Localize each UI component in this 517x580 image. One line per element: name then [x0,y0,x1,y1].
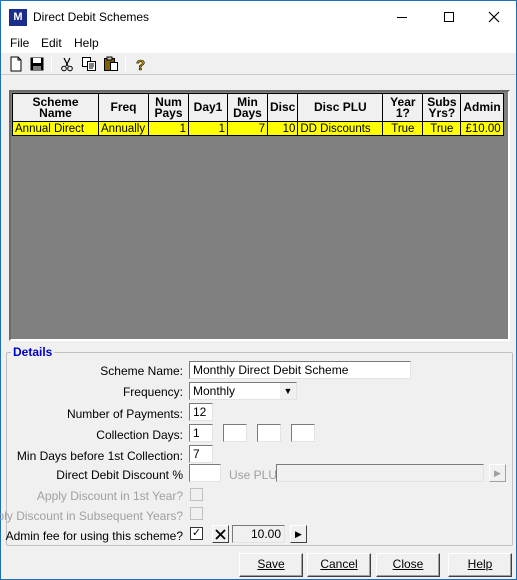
toolbar-separator [51,56,52,72]
check-mark-icon: ✓ [191,527,202,539]
toolbar: ? [1,53,516,75]
col-header-scheme-name[interactable]: Scheme Name [12,93,99,122]
paste-icon[interactable] [103,56,119,72]
frequency-label: Frequency: [122,385,183,399]
num-payments-label: Number of Payments: [66,407,183,421]
admin-fee-input[interactable]: 10.00 [232,525,285,543]
copy-icon[interactable] [81,56,97,72]
scheme-name-label: Scheme Name: [100,364,183,378]
help-question-icon[interactable]: ? [133,56,149,72]
schemes-table: Scheme Name Freq Num Pays Day1 Min Days … [12,93,504,136]
direct-debit-schemes-window: M Direct Debit Schemes File Edit Help ? … [0,0,517,580]
col-header-disc[interactable]: Disc [266,93,299,122]
save-icon[interactable] [29,56,45,72]
dd-discount-input[interactable] [189,464,221,482]
cancel-button-label: Cancel [320,557,358,571]
minimize-button[interactable] [379,1,425,33]
cell-min-days[interactable]: 7 [227,121,268,136]
admin-fee-checkbox[interactable]: ✓ [190,527,203,540]
svg-text:?: ? [136,57,145,72]
num-payments-input[interactable]: 12 [189,403,213,421]
cell-scheme-name[interactable]: Annual Direct [12,121,99,136]
col-header-year1[interactable]: Year 1? [382,93,424,122]
use-plu-label: Use PLU: [229,468,281,482]
collection-days-label: Collection Days: [96,428,183,442]
title-bar: M Direct Debit Schemes [1,1,516,33]
frequency-select[interactable]: Monthly ▼ [189,382,297,400]
clear-fee-button[interactable] [212,525,229,543]
help-button[interactable]: Help [448,553,512,577]
cell-day1[interactable]: 1 [188,121,228,136]
dd-discount-label: Direct Debit Discount % [56,468,183,482]
col-header-freq[interactable]: Freq [98,93,149,122]
new-file-icon[interactable] [8,56,24,72]
cell-disc[interactable]: 10 [266,121,299,136]
col-header-day1[interactable]: Day1 [188,93,228,122]
min-days-label: Min Days before 1st Collection: [16,449,183,463]
play-arrow-icon: ▶ [295,529,302,539]
play-arrow-icon: ▶ [494,468,501,478]
chevron-down-icon[interactable]: ▼ [280,383,296,399]
minimize-icon [397,17,407,18]
menu-bar: File Edit Help [1,33,516,53]
cell-subs-yrs[interactable]: True [422,121,462,136]
col-header-subs-yrs[interactable]: Subs Yrs? [422,93,462,122]
collection-day-3-input[interactable] [257,424,281,442]
admin-fee-label: Admin fee for using this scheme? [5,529,183,543]
col-header-admin[interactable]: Admin [460,93,504,122]
cell-freq[interactable]: Annually [98,121,149,136]
cell-disc-plu[interactable]: DD Discounts [297,121,384,136]
frequency-value: Monthly [193,384,236,398]
apply-first-year-label: Apply Discount in 1st Year? [36,489,183,503]
save-button[interactable]: Save [239,553,303,577]
menu-edit[interactable]: Edit [41,36,62,50]
min-days-input[interactable]: 7 [189,445,213,463]
save-button-label: Save [257,557,285,571]
collection-day-1-input[interactable]: 1 [189,424,213,442]
maximize-icon [444,12,454,22]
apply-subsequent-label: Apply Discount in Subsequent Years? [0,509,183,523]
menu-file[interactable]: File [10,36,29,50]
apply-first-year-checkbox[interactable] [190,488,203,501]
menu-help[interactable]: Help [74,36,99,50]
toolbar-separator [125,56,126,72]
cell-admin[interactable]: £10.00 [460,121,504,136]
close-icon [488,11,500,23]
cancel-button[interactable]: Cancel [307,553,371,577]
admin-fee-lookup-button[interactable]: ▶ [290,525,307,543]
col-header-disc-plu[interactable]: Disc PLU [297,93,384,122]
schemes-grid[interactable]: Scheme Name Freq Num Pays Day1 Min Days … [9,90,510,341]
collection-day-4-input[interactable] [291,424,315,442]
col-header-num-pays[interactable]: Num Pays [148,93,189,122]
plu-lookup-button[interactable]: ▶ [489,464,506,482]
cut-icon[interactable] [59,56,75,72]
x-cross-icon [215,529,226,540]
cell-num-pays[interactable]: 1 [148,121,189,136]
close-button-label: Close [392,557,424,571]
table-row[interactable]: Annual Direct Annually 1 1 7 10 DD Disco… [12,121,504,136]
cell-year1[interactable]: True [382,121,424,136]
close-button[interactable]: Close [376,553,440,577]
collection-day-2-input[interactable] [223,424,247,442]
details-group-label: Details [11,345,55,359]
scheme-name-input[interactable]: Monthly Direct Debit Scheme [189,361,411,379]
grid-header-row: Scheme Name Freq Num Pays Day1 Min Days … [12,93,504,122]
app-logo-icon: M [9,9,27,26]
help-button-label: Help [467,557,493,571]
apply-subsequent-checkbox[interactable] [190,507,203,520]
app-logo-text: M [13,11,23,23]
use-plu-input[interactable] [276,464,484,482]
window-title: Direct Debit Schemes [33,10,150,24]
col-header-min-days[interactable]: Min Days [227,93,268,122]
maximize-button[interactable] [426,1,472,33]
close-window-button[interactable] [471,1,517,33]
